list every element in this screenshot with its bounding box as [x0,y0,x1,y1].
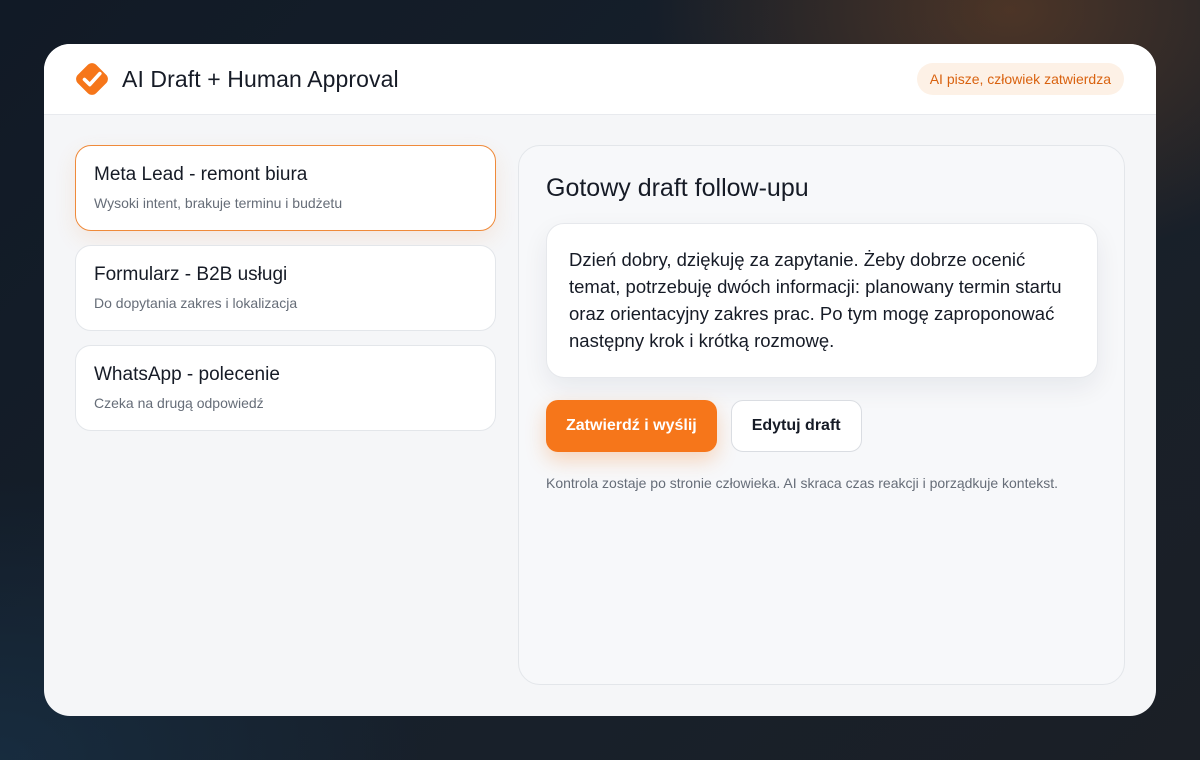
draft-actions: Zatwierdź i wyślij Edytuj draft [546,400,1098,452]
app-header: AI Draft + Human Approval AI pisze, czło… [44,44,1156,115]
lead-title: Meta Lead - remont biura [94,164,308,185]
draft-panel: Gotowy draft follow-upu Dzień dobry, dzi… [518,145,1125,685]
lead-card-meta[interactable]: Meta Lead - remont biura Wysoki intent, … [75,145,496,231]
lead-subtitle: Czeka na drugą odpowiedź [94,395,264,411]
lead-subtitle: Do dopytania zakres i lokalizacja [94,295,298,311]
draft-message: Dzień dobry, dziękuję za zapytanie. Żeby… [546,223,1098,378]
status-badge: AI pisze, człowiek zatwierdza [916,63,1124,95]
draft-title: Gotowy draft follow-upu [546,174,809,202]
edit-draft-button[interactable]: Edytuj draft [730,400,862,452]
lead-list: Meta Lead - remont biura Wysoki intent, … [75,145,496,445]
brand: AI Draft + Human Approval [72,59,399,99]
lead-card-whatsapp[interactable]: WhatsApp - polecenie Czeka na drugą odpo… [75,345,496,431]
approve-send-button[interactable]: Zatwierdź i wyślij [546,400,717,452]
app-title: AI Draft + Human Approval [122,65,399,92]
lead-title: Formularz - B2B usługi [94,264,288,285]
lead-card-formularz[interactable]: Formularz - B2B usługi Do dopytania zakr… [75,245,496,331]
app-window: AI Draft + Human Approval AI pisze, czło… [44,44,1156,716]
control-note: Kontrola zostaje po stronie człowieka. A… [546,475,1059,491]
lead-subtitle: Wysoki intent, brakuje terminu i budżetu [94,195,343,211]
lead-title: WhatsApp - polecenie [94,364,280,385]
checkmark-icon [72,59,112,99]
